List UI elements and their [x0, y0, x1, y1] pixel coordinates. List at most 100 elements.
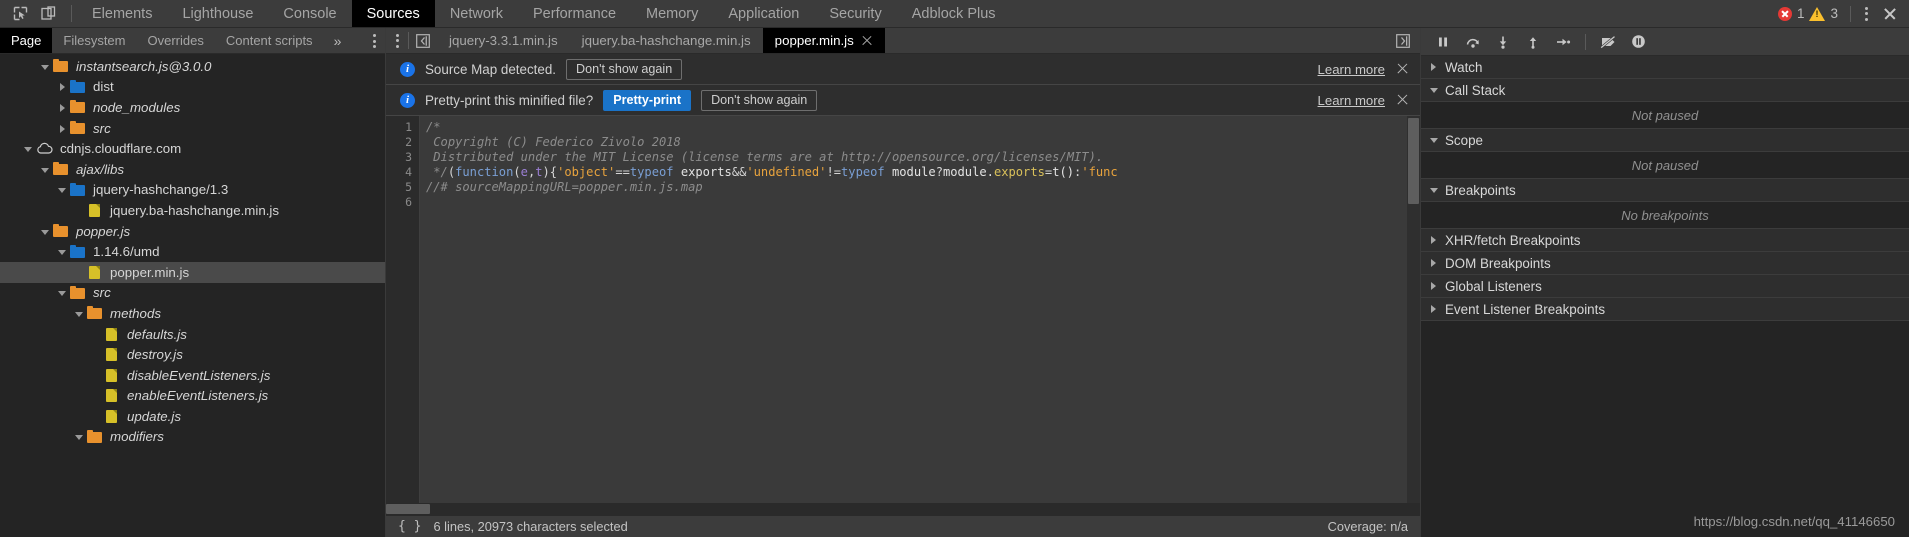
- tree-folder-item[interactable]: cdnjs.cloudflare.com: [0, 138, 385, 159]
- twisty-expanded-icon[interactable]: [57, 184, 68, 195]
- twisty-collapsed-icon[interactable]: [1430, 63, 1439, 72]
- panel-tab-security[interactable]: Security: [814, 0, 896, 27]
- dont-show-again-button[interactable]: Don't show again: [701, 89, 818, 111]
- pretty-print-braces-icon[interactable]: { }: [398, 519, 421, 534]
- editor-tab-hashchange-min[interactable]: jquery.ba-hashchange.min.js: [570, 28, 763, 53]
- editor-horizontal-scroll-thumb[interactable]: [386, 504, 430, 514]
- line-number: 3: [405, 150, 412, 165]
- debugger-section-scope[interactable]: Scope: [1421, 129, 1909, 152]
- debugger-section-breakpoints[interactable]: Breakpoints: [1421, 179, 1909, 202]
- dismiss-infobar-icon[interactable]: [1395, 93, 1410, 108]
- panel-tab-network[interactable]: Network: [435, 0, 518, 27]
- debugger-section-dom-breakpoints[interactable]: DOM Breakpoints: [1421, 252, 1909, 275]
- twisty-collapsed-icon[interactable]: [1430, 305, 1439, 314]
- debugger-section-event-listener-breakpoints[interactable]: Event Listener Breakpoints: [1421, 298, 1909, 321]
- pause-on-exceptions-icon[interactable]: [1624, 29, 1652, 55]
- learn-more-link[interactable]: Learn more: [1318, 93, 1385, 108]
- show-debugger-sidebar-icon[interactable]: [1390, 30, 1416, 52]
- tree-folder-item[interactable]: popper.js: [0, 221, 385, 242]
- close-devtools-icon[interactable]: [1877, 1, 1903, 27]
- editor-tab-popper-min[interactable]: popper.min.js: [762, 28, 885, 53]
- tree-folder-item[interactable]: dist: [0, 77, 385, 98]
- twisty-expanded-icon[interactable]: [74, 431, 85, 442]
- twisty-expanded-icon[interactable]: [23, 143, 34, 154]
- pretty-print-button[interactable]: Pretty-print: [603, 89, 692, 111]
- nav-tab-content-scripts[interactable]: Content scripts: [215, 28, 324, 53]
- code-content[interactable]: /* Copyright (C) Federico Zivolo 2018 Di…: [420, 116, 1420, 503]
- twisty-expanded-icon[interactable]: [1430, 136, 1439, 145]
- more-options-icon[interactable]: [1855, 1, 1877, 27]
- debugger-section-global-listeners[interactable]: Global Listeners: [1421, 275, 1909, 298]
- step-out-of-current-function-icon[interactable]: [1519, 29, 1547, 55]
- inspect-element-icon[interactable]: [6, 1, 34, 27]
- code-token: !=: [826, 165, 842, 180]
- editor-tab-jquery-min[interactable]: jquery-3.3.1.min.js: [437, 28, 570, 53]
- editor-more-options-icon[interactable]: [386, 28, 408, 53]
- dont-show-again-button[interactable]: Don't show again: [566, 58, 683, 80]
- close-tab-icon[interactable]: [861, 35, 873, 47]
- editor-vertical-scroll-thumb[interactable]: [1408, 118, 1419, 204]
- tree-folder-item[interactable]: jquery-hashchange/1.3: [0, 180, 385, 201]
- navigator-more-options-icon[interactable]: [363, 28, 385, 54]
- tree-file-item[interactable]: enableEventListeners.js: [0, 386, 385, 407]
- panel-tab-console[interactable]: Console: [268, 0, 351, 27]
- debugger-section-xhr-fetch-breakpoints[interactable]: XHR/fetch Breakpoints: [1421, 229, 1909, 252]
- twisty-expanded-icon[interactable]: [1430, 186, 1439, 195]
- tree-file-item[interactable]: destroy.js: [0, 344, 385, 365]
- tree-folder-item[interactable]: src: [0, 283, 385, 304]
- tree-file-item[interactable]: defaults.js: [0, 324, 385, 345]
- panel-tab-memory[interactable]: Memory: [631, 0, 713, 27]
- twisty-expanded-icon[interactable]: [57, 246, 68, 257]
- tree-folder-item[interactable]: instantsearch.js@3.0.0: [0, 56, 385, 77]
- tree-folder-item[interactable]: src: [0, 118, 385, 139]
- panel-tab-lighthouse[interactable]: Lighthouse: [167, 0, 268, 27]
- panel-tab-adblock-plus[interactable]: Adblock Plus: [897, 0, 1011, 27]
- resume-script-execution-icon[interactable]: [1429, 29, 1457, 55]
- tree-file-item[interactable]: jquery.ba-hashchange.min.js: [0, 200, 385, 221]
- twisty-expanded-icon[interactable]: [40, 164, 51, 175]
- tree-folder-item[interactable]: modifiers: [0, 427, 385, 448]
- twisty-collapsed-icon[interactable]: [1430, 282, 1439, 291]
- twisty-expanded-icon[interactable]: [40, 226, 51, 237]
- twisty-expanded-icon[interactable]: [74, 308, 85, 319]
- nav-tab-filesystem[interactable]: Filesystem: [52, 28, 136, 53]
- nav-tab-overrides[interactable]: Overrides: [137, 28, 215, 53]
- twisty-expanded-icon[interactable]: [57, 287, 68, 298]
- twisty-collapsed-icon[interactable]: [57, 81, 68, 92]
- section-title: Global Listeners: [1445, 278, 1542, 294]
- code-editor[interactable]: 123456 /* Copyright (C) Federico Zivolo …: [386, 116, 1420, 503]
- editor-vertical-scrollbar[interactable]: [1407, 116, 1420, 503]
- tree-folder-item[interactable]: node_modules: [0, 97, 385, 118]
- tree-file-item[interactable]: update.js: [0, 406, 385, 427]
- nav-tab-page[interactable]: Page: [0, 28, 53, 53]
- deactivate-breakpoints-icon[interactable]: [1594, 29, 1622, 55]
- tree-folder-item[interactable]: ajax/libs: [0, 159, 385, 180]
- issues-counter[interactable]: 1 3: [1770, 6, 1846, 21]
- tree-item-label: destroy.js: [127, 347, 183, 363]
- twisty-expanded-icon[interactable]: [40, 61, 51, 72]
- panel-tab-performance[interactable]: Performance: [518, 0, 631, 27]
- twisty-collapsed-icon[interactable]: [57, 123, 68, 134]
- panel-tab-elements[interactable]: Elements: [77, 0, 167, 27]
- twisty-expanded-icon[interactable]: [1430, 86, 1439, 95]
- step-into-next-function-call-icon[interactable]: [1489, 29, 1517, 55]
- show-navigator-icon[interactable]: [409, 28, 437, 53]
- tree-file-item[interactable]: disableEventListeners.js: [0, 365, 385, 386]
- learn-more-link[interactable]: Learn more: [1318, 62, 1385, 77]
- panel-tab-application[interactable]: Application: [713, 0, 814, 27]
- tree-folder-item[interactable]: methods: [0, 303, 385, 324]
- tree-folder-item[interactable]: 1.14.6/umd: [0, 241, 385, 262]
- twisty-collapsed-icon[interactable]: [57, 102, 68, 113]
- nav-more-tabs-icon[interactable]: »: [324, 28, 352, 53]
- device-toolbar-icon[interactable]: [34, 1, 62, 27]
- twisty-collapsed-icon[interactable]: [1430, 236, 1439, 245]
- debugger-section-watch[interactable]: Watch: [1421, 56, 1909, 79]
- debugger-section-call-stack[interactable]: Call Stack: [1421, 79, 1909, 102]
- step-over-next-function-call-icon[interactable]: [1459, 29, 1487, 55]
- dismiss-infobar-icon[interactable]: [1395, 62, 1410, 77]
- editor-horizontal-scrollbar[interactable]: [386, 503, 1420, 515]
- twisty-collapsed-icon[interactable]: [1430, 259, 1439, 268]
- panel-tab-sources[interactable]: Sources: [351, 0, 435, 27]
- tree-file-item[interactable]: popper.min.js: [0, 261, 385, 283]
- step-icon[interactable]: [1549, 29, 1577, 55]
